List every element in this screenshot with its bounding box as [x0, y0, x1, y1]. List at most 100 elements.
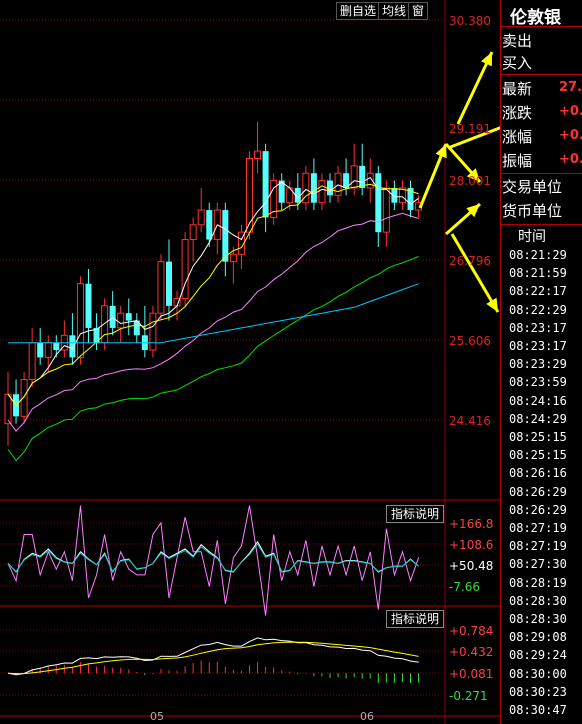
ma30-line	[7, 256, 419, 462]
candle-body-down	[262, 151, 269, 218]
macd-dif-line	[7, 637, 419, 676]
x-axis-label: 06	[360, 710, 374, 723]
candle-body-up	[229, 253, 237, 263]
tick-time: 08:30:23	[509, 684, 567, 699]
candle-body-up	[318, 180, 326, 204]
kline-terminal: 删自选 均线 窗 30.380 29.191 28.001 26.796 25.…	[0, 0, 582, 724]
candle-body-up	[350, 165, 358, 189]
candle-body-down	[359, 165, 366, 188]
candle-body-up	[149, 312, 157, 351]
tick-time: 08:28:30	[509, 612, 567, 626]
indicator1-lines	[7, 505, 420, 616]
tick-time: 08:28:19	[509, 575, 567, 590]
ma10-line	[7, 183, 419, 407]
price-tick-label: 24.416	[449, 414, 491, 428]
candle-body-down	[125, 313, 132, 321]
buy-label: 买入	[502, 54, 533, 72]
indicator2-tick-label: +0.081	[449, 667, 494, 681]
ma20-line	[7, 212, 419, 432]
tick-time: 08:21:29	[509, 248, 567, 262]
change-percent-value: +0.0	[559, 128, 582, 143]
sell-label: 卖出	[502, 32, 533, 50]
tick-time: 08:30:47	[509, 703, 567, 717]
candle-body-down	[206, 210, 213, 240]
latest-price-value: 27.0	[559, 80, 582, 95]
candle-body-up	[382, 187, 390, 233]
price-tick-label: 28.001	[449, 174, 491, 188]
tick-time: 08:23:29	[509, 357, 567, 372]
candlestick-series	[4, 121, 423, 446]
change-percent-label: 涨幅	[502, 128, 533, 146]
tick-time: 08:30:00	[509, 666, 567, 681]
macd-dea-line	[7, 641, 419, 675]
amplitude-label: 振幅	[502, 152, 533, 170]
candle-body-down	[375, 173, 382, 233]
tick-time: 08:27:19	[509, 521, 567, 535]
currency-unit-label: 货币单位	[502, 202, 563, 220]
candle-body-up	[254, 150, 262, 159]
price-tick-label: 30.380	[449, 14, 491, 28]
candle-body-up	[20, 378, 28, 417]
candle-body-down	[166, 261, 172, 306]
tick-time: 08:28:30	[509, 593, 567, 608]
candle-body-down	[310, 173, 317, 203]
candle-body-up	[189, 224, 197, 241]
tick-time: 08:21:59	[509, 266, 567, 281]
tick-time: 08:26:29	[509, 502, 567, 517]
divider	[500, 224, 582, 225]
tick-time: 08:23:59	[509, 375, 567, 390]
tick-time: 08:22:17	[509, 284, 567, 299]
amplitude-value: +0.2	[559, 152, 582, 167]
tick-time: 08:29:08	[509, 630, 567, 645]
moving-average-lines	[7, 176, 419, 462]
tick-time: 08:23:17	[509, 320, 567, 335]
tick-time: 08:27:30	[509, 557, 567, 572]
price-tick-label: 25.606	[449, 334, 491, 348]
indicator1-help-button[interactable]: 指标说明	[386, 505, 445, 523]
tick-time: 08:26:16	[509, 466, 567, 481]
ma60-line	[8, 283, 419, 344]
candle-body-down	[69, 335, 76, 358]
indicator2-tick-label: -0.271	[449, 689, 488, 703]
tick-time: 08:24:29	[509, 411, 567, 426]
indicator1-tick-label: +108.6	[449, 538, 494, 552]
tick-time: 08:29:24	[509, 648, 567, 663]
tick-time: 08:23:17	[509, 339, 567, 353]
change-value: +0.0	[559, 104, 582, 119]
indicator2-help-button[interactable]: 指标说明	[386, 610, 445, 628]
arrow-shaft	[450, 233, 500, 313]
time-header: 时间	[518, 229, 546, 245]
candle-body-up	[197, 209, 205, 226]
delete-watchlist-button[interactable]: 删自选	[336, 2, 381, 20]
indicator1-tick-label: +50.48	[449, 559, 494, 573]
candle-body-up	[4, 393, 12, 425]
candle-body-up	[117, 312, 125, 329]
tick-time: 08:22:29	[509, 302, 567, 317]
tick-time: 08:27:19	[509, 539, 567, 554]
tick-time: 08:24:16	[509, 393, 567, 408]
candle-body-up	[76, 283, 84, 358]
trade-unit-label: 交易单位	[502, 178, 563, 196]
tick-time: 08:25:15	[509, 430, 567, 444]
ma-line-button[interactable]: 均线	[378, 2, 411, 20]
candle-body-down	[53, 342, 60, 351]
indicator1-tick-label: -7.66	[449, 580, 481, 594]
candle-body-up	[28, 342, 36, 380]
indicator2-tick-label: +0.784	[449, 624, 494, 638]
candle-body-up	[157, 261, 165, 314]
candle-body-down	[37, 342, 44, 358]
tick-time: 08:26:29	[509, 484, 567, 499]
candle-body-down	[109, 305, 116, 328]
candle-body-down	[85, 283, 92, 328]
price-tick-label: 26.796	[449, 254, 491, 268]
x-axis-label: 05	[150, 710, 164, 723]
price-tick-label: 29.191	[449, 122, 491, 136]
divider	[500, 26, 582, 27]
quote-title: 伦敦银	[510, 8, 561, 28]
divider	[500, 173, 582, 174]
indicator2-macd	[7, 637, 420, 684]
candle-body-down	[222, 210, 229, 262]
window-button[interactable]: 窗	[408, 2, 429, 20]
divider	[500, 74, 582, 75]
indicator1-tick-label: +166.8	[449, 517, 494, 531]
